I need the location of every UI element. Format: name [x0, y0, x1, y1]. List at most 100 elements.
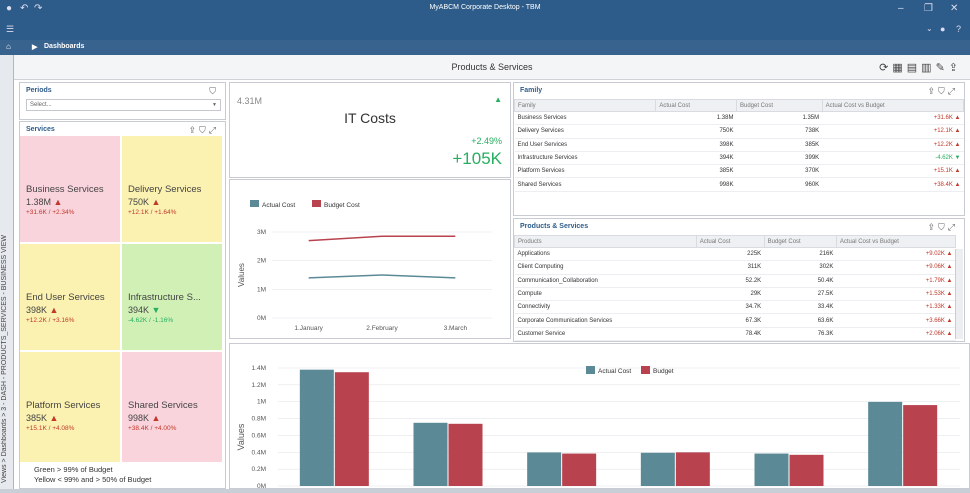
- maximize-icon[interactable]: ⤢: [209, 125, 219, 135]
- trend-up-icon: ▲: [494, 95, 502, 104]
- table-row[interactable]: Connectivity 34.7K 33.4K +1.33K ▲: [514, 300, 956, 315]
- filter-clear-icon[interactable]: ⛉: [209, 86, 219, 97]
- products-scrollbar[interactable]: [955, 249, 963, 339]
- table-row[interactable]: Delivery Services 750K 738K +12.1K ▲: [514, 124, 964, 139]
- y-axis-label: Values: [237, 263, 246, 287]
- table-row[interactable]: Communication_Collaboration 52.2K 50.4K +1.…: [514, 274, 956, 288]
- service-value: 398K ▲: [26, 305, 59, 315]
- save-as-icon[interactable]: ▥: [921, 62, 935, 74]
- breadcrumb-arrow-icon: ▶: [32, 44, 38, 51]
- maximize-icon[interactable]: ⤢: [948, 86, 958, 96]
- column-header[interactable]: Products: [514, 235, 697, 248]
- breadcrumb-item-dashboards[interactable]: Dashboards: [44, 43, 84, 50]
- save-icon[interactable]: ▤: [907, 62, 921, 74]
- close-icon[interactable]: ✕: [950, 3, 958, 14]
- trend-up-icon: ▲: [53, 197, 63, 207]
- x-tick-label: 3.March: [444, 325, 468, 332]
- services-panel: Services ⇪⛉⤢ Business Services 1.38M ▲ +31…: [19, 121, 226, 489]
- table-cell: 33.4K: [764, 300, 837, 315]
- table-cell: 399K: [736, 151, 823, 166]
- service-tile[interactable]: End User Services 398K ▲ +12.2K / +3.16%: [20, 244, 120, 350]
- service-tile[interactable]: Shared Services 998K ▲ +38.4K / +4.00%: [122, 352, 222, 462]
- service-tile[interactable]: Business Services 1.38M ▲ +31.6K / +2.34%: [20, 136, 120, 242]
- export-icon[interactable]: ⇪: [927, 86, 938, 96]
- services-title: Services: [26, 126, 55, 133]
- column-header[interactable]: Actual Cost vs Budget: [835, 235, 957, 248]
- service-tile[interactable]: Delivery Services 750K ▲ +12.1K / +1.64%: [122, 136, 222, 242]
- it-costs-pct: +2.49%: [471, 136, 502, 146]
- home-icon[interactable]: ⌂: [6, 42, 11, 51]
- family-table: Family Actual Cost Budget Cost Actual Cost …: [513, 99, 965, 192]
- service-value: 394K ▼: [128, 305, 161, 315]
- export-icon[interactable]: ⇪: [949, 62, 962, 74]
- table-cell: Customer Service: [514, 327, 697, 342]
- it-costs-actual-value: 4.31M: [237, 96, 263, 106]
- trend-up-icon: ▲: [49, 305, 59, 315]
- view-menu-icon[interactable]: ☰: [6, 24, 14, 35]
- products-panel-icons: ⇪⛉⤢: [927, 222, 958, 233]
- column-header[interactable]: Actual Cost: [695, 235, 765, 248]
- service-tile[interactable]: Infrastructure S... 394K ▼ -4.62K / -1.16%: [122, 244, 222, 350]
- service-name: Infrastructure S...: [128, 292, 201, 303]
- table-row[interactable]: Shared Services 998K 960K +38.4K ▲: [514, 177, 964, 192]
- variance-cell: +9.06K ▲: [836, 260, 956, 275]
- table-row[interactable]: Customer Service 78.4K 76.3K +2.06K ▲: [514, 327, 956, 342]
- edit-icon[interactable]: ✎: [936, 62, 949, 74]
- refresh-icon[interactable]: ⟳: [879, 62, 892, 74]
- table-row[interactable]: Business Services 1.38M 1.35M +31.6K ▲: [514, 111, 964, 126]
- view-path-label: Views > Dashboards > 3 - DASH - PRODUCTS…: [1, 235, 8, 483]
- bar: [754, 453, 789, 486]
- table-row[interactable]: Applications 225K 216K +9.02K ▲: [514, 247, 956, 262]
- table-row[interactable]: Client Computing 311K 302K +9.06K ▲: [514, 260, 956, 275]
- period-select[interactable]: Select... ▼: [26, 99, 221, 111]
- column-header[interactable]: Actual Cost vs Budget: [821, 99, 965, 112]
- table-row[interactable]: End User Services 398K 385K +12.2K ▲: [514, 138, 964, 152]
- table-cell: Delivery Services: [514, 124, 656, 139]
- grid-icon[interactable]: ▦: [892, 62, 906, 74]
- service-name: Business Services: [26, 184, 104, 195]
- trend-up-icon: ▲: [151, 197, 161, 207]
- filter-clear-icon[interactable]: ⛉: [199, 125, 209, 135]
- table-row[interactable]: Infrastructure Services 394K 399K -4.62K ▼: [514, 151, 964, 166]
- chevron-down-icon[interactable]: ▼: [212, 102, 217, 108]
- column-header[interactable]: Budget Cost: [735, 99, 823, 112]
- help-icon[interactable]: ?: [956, 24, 961, 34]
- filter-clear-icon[interactable]: ⛉: [938, 86, 948, 96]
- it-costs-title: IT Costs: [344, 110, 396, 126]
- bar: [789, 454, 824, 486]
- filter-clear-icon[interactable]: ⛉: [938, 222, 948, 232]
- trend-down-icon: ▼: [151, 305, 161, 315]
- bar: [334, 372, 369, 486]
- maximize-icon[interactable]: ❐: [924, 3, 933, 14]
- column-header[interactable]: Budget Cost: [763, 235, 837, 248]
- products-grid-panel: Products & Services ⇪⛉⤢ Products Actual C…: [513, 218, 965, 342]
- chevron-down-icon[interactable]: ⌄: [926, 24, 933, 33]
- export-icon[interactable]: ⇪: [927, 222, 938, 232]
- y-tick-label: 0M: [257, 315, 266, 322]
- info-icon[interactable]: ●: [940, 24, 945, 34]
- table-cell: 216K: [764, 247, 837, 262]
- color-legend: Green > 99% of Budget Yellow < 99% and >…: [34, 465, 151, 485]
- table-row[interactable]: Compute 29K 27.5K +1.53K ▲: [514, 287, 956, 302]
- column-header[interactable]: Actual Cost: [655, 99, 737, 112]
- trend-up-icon: ▲: [151, 413, 161, 423]
- y-tick-label: 2M: [257, 258, 266, 265]
- table-row[interactable]: Corporate Communication Services 67.3K 63.…: [514, 313, 956, 328]
- bar: [868, 401, 903, 486]
- column-header[interactable]: Family: [513, 99, 657, 112]
- table-row[interactable]: Platform Services 385K 370K +15.1K ▲: [514, 164, 964, 179]
- table-cell: 998K: [655, 177, 737, 192]
- window-title: MyABCM Corporate Desktop - TBM: [429, 4, 541, 11]
- table-cell: 29K: [696, 287, 765, 302]
- table-cell: 370K: [736, 164, 823, 179]
- y-tick-label: 1.4M: [252, 365, 266, 372]
- minimize-icon[interactable]: –: [898, 3, 904, 14]
- table-header-row: Family Actual Cost Budget Cost Actual Cost …: [513, 99, 965, 112]
- table-cell: Corporate Communication Services: [514, 313, 697, 328]
- service-name: Platform Services: [26, 400, 101, 411]
- service-tile[interactable]: Platform Services 385K ▲ +15.1K / +4.08%: [20, 352, 120, 462]
- export-icon[interactable]: ⇪: [188, 125, 199, 135]
- title-bar: ● ↶ ↷ MyABCM Corporate Desktop - TBM – ❐…: [0, 0, 970, 20]
- maximize-icon[interactable]: ⤢: [948, 222, 958, 232]
- legend-label: Actual Cost: [262, 202, 295, 209]
